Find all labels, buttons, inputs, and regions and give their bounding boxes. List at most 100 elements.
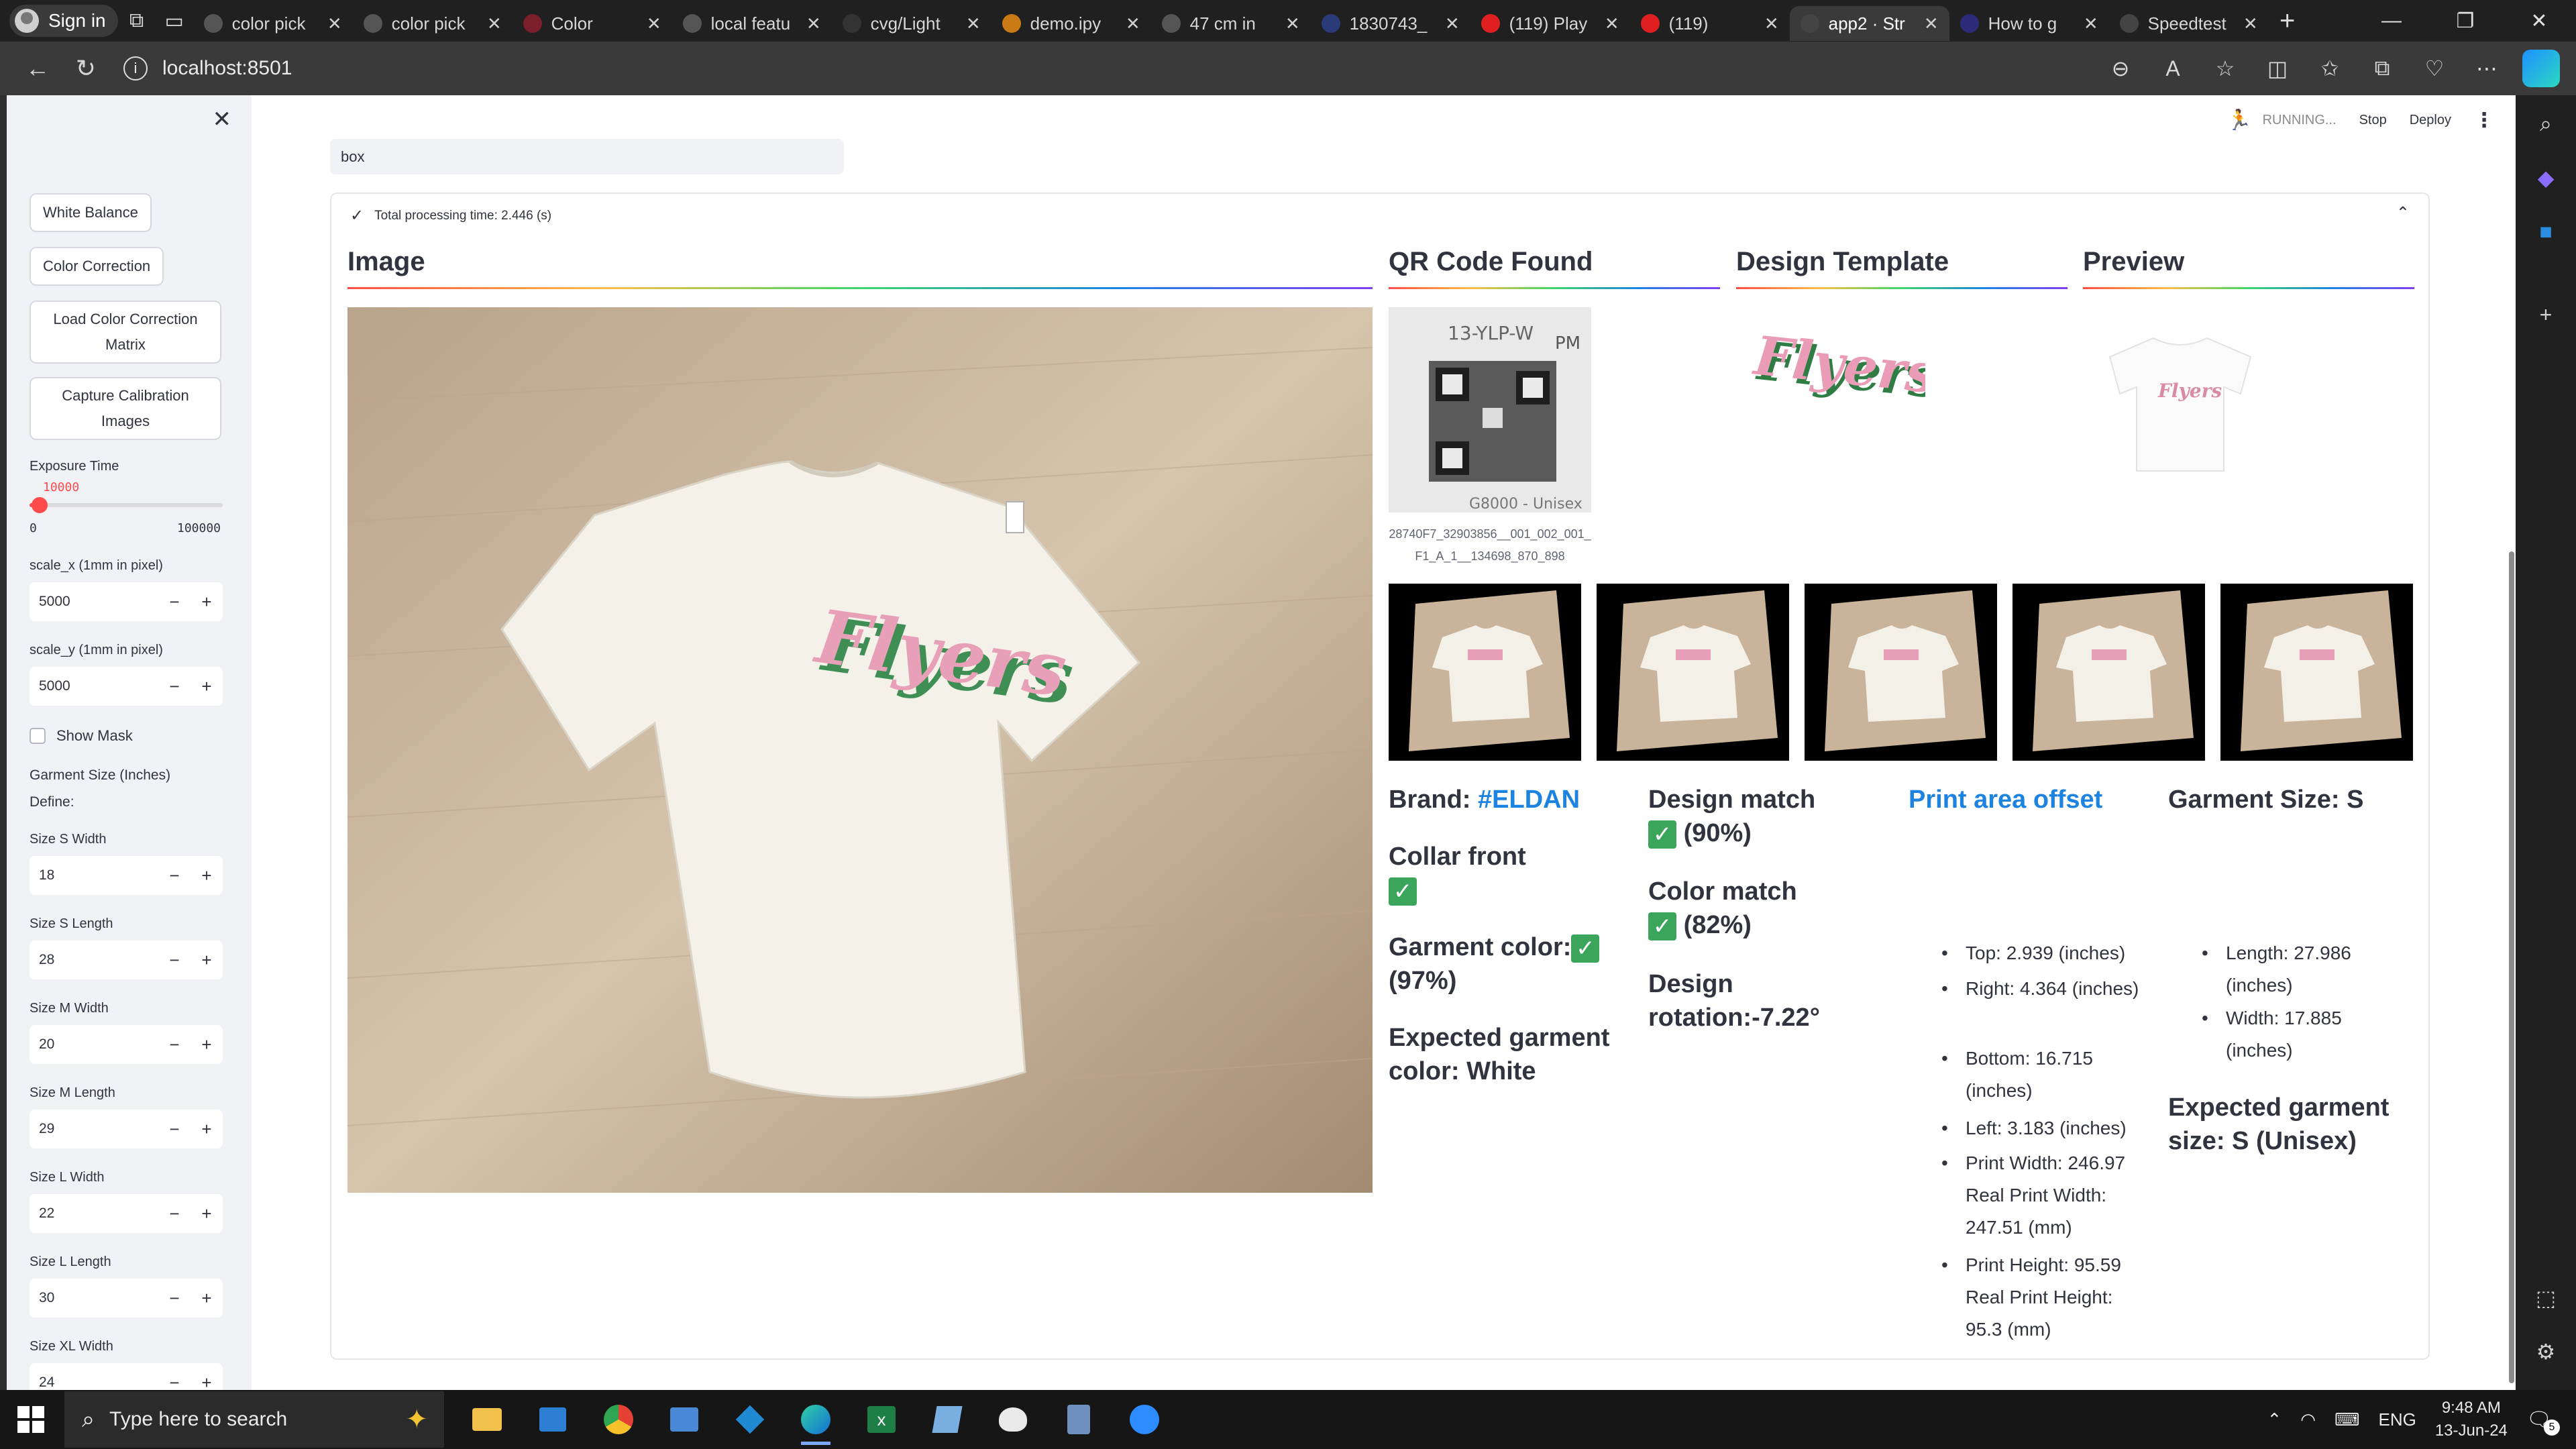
search-icon[interactable]: ⌕ (2530, 109, 2561, 140)
back-icon[interactable]: ← (13, 48, 62, 89)
scale-x-input[interactable]: 5000 − + (30, 582, 223, 621)
excel-icon[interactable]: x (861, 1399, 902, 1440)
settings-gear-icon[interactable]: ⚙ (2530, 1336, 2561, 1367)
color-correction-button[interactable]: Color Correction (30, 247, 164, 286)
scale-x-decrement[interactable]: − (158, 592, 191, 612)
stop-button[interactable]: Stop (2359, 113, 2387, 128)
size-increment[interactable]: + (191, 950, 223, 971)
clock[interactable]: 9:48 AM 13-Jun-24 (2435, 1397, 2508, 1442)
expander-header[interactable]: ✓ Total processing time: 2.446 (s) (350, 206, 551, 225)
tab-close-icon[interactable]: ✕ (647, 13, 661, 34)
browser-tab[interactable]: app2 · Str ✕ (1789, 6, 1949, 41)
browser-tab[interactable]: demo.ipy ✕ (991, 6, 1151, 41)
tab-close-icon[interactable]: ✕ (327, 13, 342, 34)
size-decrement[interactable]: − (158, 1034, 191, 1055)
size-value[interactable]: 28 (30, 952, 158, 968)
taskbar-search[interactable]: ⌕ Type here to search ✦ (64, 1391, 444, 1448)
size-input[interactable]: 29− + (30, 1110, 223, 1148)
tab-actions-icon[interactable]: ▭ (156, 5, 193, 37)
tab-close-icon[interactable]: ✕ (487, 13, 502, 34)
outlook-icon[interactable]: ■ (2530, 216, 2561, 247)
read-aloud-icon[interactable]: A (2149, 48, 2196, 89)
size-input[interactable]: 18− + (30, 856, 223, 895)
browser-tab[interactable]: 47 cm in ✕ (1151, 6, 1311, 41)
copilot-icon[interactable] (2522, 50, 2560, 87)
store-icon[interactable] (533, 1399, 573, 1440)
size-input[interactable]: 20− + (30, 1025, 223, 1064)
language-indicator[interactable]: ENG (2378, 1409, 2416, 1430)
close-sidebar-icon[interactable]: ✕ (213, 106, 232, 133)
tab-close-icon[interactable]: ✕ (1126, 13, 1140, 34)
browser-tab[interactable]: (119) ✕ (1630, 6, 1790, 41)
url-field[interactable]: i localhost:8501 (123, 48, 2097, 89)
white-balance-button[interactable]: White Balance (30, 193, 152, 232)
capture-calibration-button[interactable]: Capture Calibration Images (30, 377, 221, 440)
size-increment[interactable]: + (191, 1373, 223, 1391)
calculator-icon[interactable] (1059, 1399, 1099, 1440)
collections-icon[interactable]: ⧉ (2359, 48, 2406, 89)
exposure-slider-handle[interactable] (32, 497, 48, 513)
size-input[interactable]: 28− + (30, 941, 223, 979)
size-value[interactable]: 30 (30, 1290, 158, 1306)
close-window-icon[interactable]: ✕ (2502, 0, 2576, 42)
size-decrement[interactable]: − (158, 1119, 191, 1140)
wifi-icon[interactable]: ◠ (2300, 1409, 2316, 1430)
browser-tab[interactable]: Speedtest ✕ (2109, 6, 2269, 41)
size-increment[interactable]: + (191, 1288, 223, 1309)
windows-start-icon[interactable] (17, 1406, 44, 1433)
scale-y-increment[interactable]: + (191, 676, 223, 697)
zoom-app-icon[interactable] (1124, 1399, 1165, 1440)
scale-y-input[interactable]: 5000 − + (30, 667, 223, 706)
scale-x-increment[interactable]: + (191, 592, 223, 612)
vscode-icon[interactable] (730, 1399, 770, 1440)
size-decrement[interactable]: − (158, 1203, 191, 1224)
edge-icon[interactable] (796, 1399, 836, 1445)
notes-icon[interactable] (927, 1399, 967, 1440)
scrollbar-thumb[interactable] (2509, 551, 2514, 1383)
zoom-icon[interactable]: ⊖ (2097, 48, 2144, 89)
tab-close-icon[interactable]: ✕ (1445, 13, 1460, 34)
workspaces-icon[interactable]: ⧉ (118, 5, 156, 37)
show-mask-checkbox[interactable]: Show Mask (30, 727, 133, 745)
copilot-app-icon[interactable]: ◆ (2530, 162, 2561, 193)
browser-tab[interactable]: color pick ✕ (353, 6, 513, 41)
exposure-slider-track[interactable] (30, 497, 223, 513)
browser-tab[interactable]: (119) Play ✕ (1470, 6, 1630, 41)
browser-tab[interactable]: color pick ✕ (193, 6, 353, 41)
tab-close-icon[interactable]: ✕ (966, 13, 981, 34)
size-decrement[interactable]: − (158, 1288, 191, 1309)
favorites-icon[interactable]: ✩ (2306, 48, 2353, 89)
favorite-star-icon[interactable]: ☆ (2202, 48, 2249, 89)
minimize-icon[interactable]: — (2355, 0, 2428, 42)
size-value[interactable]: 24 (30, 1375, 158, 1390)
more-menu-icon[interactable]: ⋯ (2463, 48, 2510, 89)
info-icon[interactable]: i (123, 56, 148, 80)
tab-close-icon[interactable]: ✕ (2084, 13, 2098, 34)
screenshot-icon[interactable]: ⬚ (2530, 1283, 2561, 1313)
chevron-up-icon[interactable]: ⌃ (2396, 203, 2410, 223)
scale-y-decrement[interactable]: − (158, 676, 191, 697)
page-scrollbar[interactable] (2508, 95, 2516, 1390)
load-ccm-button[interactable]: Load Color Correction Matrix (30, 301, 221, 364)
keyboard-icon[interactable]: ⌨ (2334, 1409, 2360, 1430)
tab-close-icon[interactable]: ✕ (2243, 13, 2258, 34)
size-increment[interactable]: + (191, 1203, 223, 1224)
chrome-icon[interactable] (598, 1399, 639, 1440)
tab-close-icon[interactable]: ✕ (1764, 13, 1779, 34)
main-menu-icon[interactable]: ⋮ (2474, 109, 2494, 132)
browser-tab[interactable]: local featu ✕ (672, 6, 832, 41)
size-value[interactable]: 20 (30, 1036, 158, 1053)
browser-tab[interactable]: 1830743_ ✕ (1311, 6, 1470, 41)
tab-close-icon[interactable]: ✕ (1605, 13, 1619, 34)
notifications-icon[interactable]: 🗨 5 (2526, 1408, 2560, 1436)
file-explorer-icon[interactable] (467, 1399, 507, 1440)
split-screen-icon[interactable]: ◫ (2254, 48, 2301, 89)
scale-x-value[interactable]: 5000 (30, 594, 158, 610)
new-tab-icon[interactable]: + (2269, 5, 2306, 37)
size-decrement[interactable]: − (158, 865, 191, 886)
browser-tab[interactable]: How to g ✕ (1949, 6, 2109, 41)
size-value[interactable]: 29 (30, 1121, 158, 1137)
tab-close-icon[interactable]: ✕ (1285, 13, 1300, 34)
remote-desktop-icon[interactable] (664, 1399, 704, 1440)
size-increment[interactable]: + (191, 1034, 223, 1055)
